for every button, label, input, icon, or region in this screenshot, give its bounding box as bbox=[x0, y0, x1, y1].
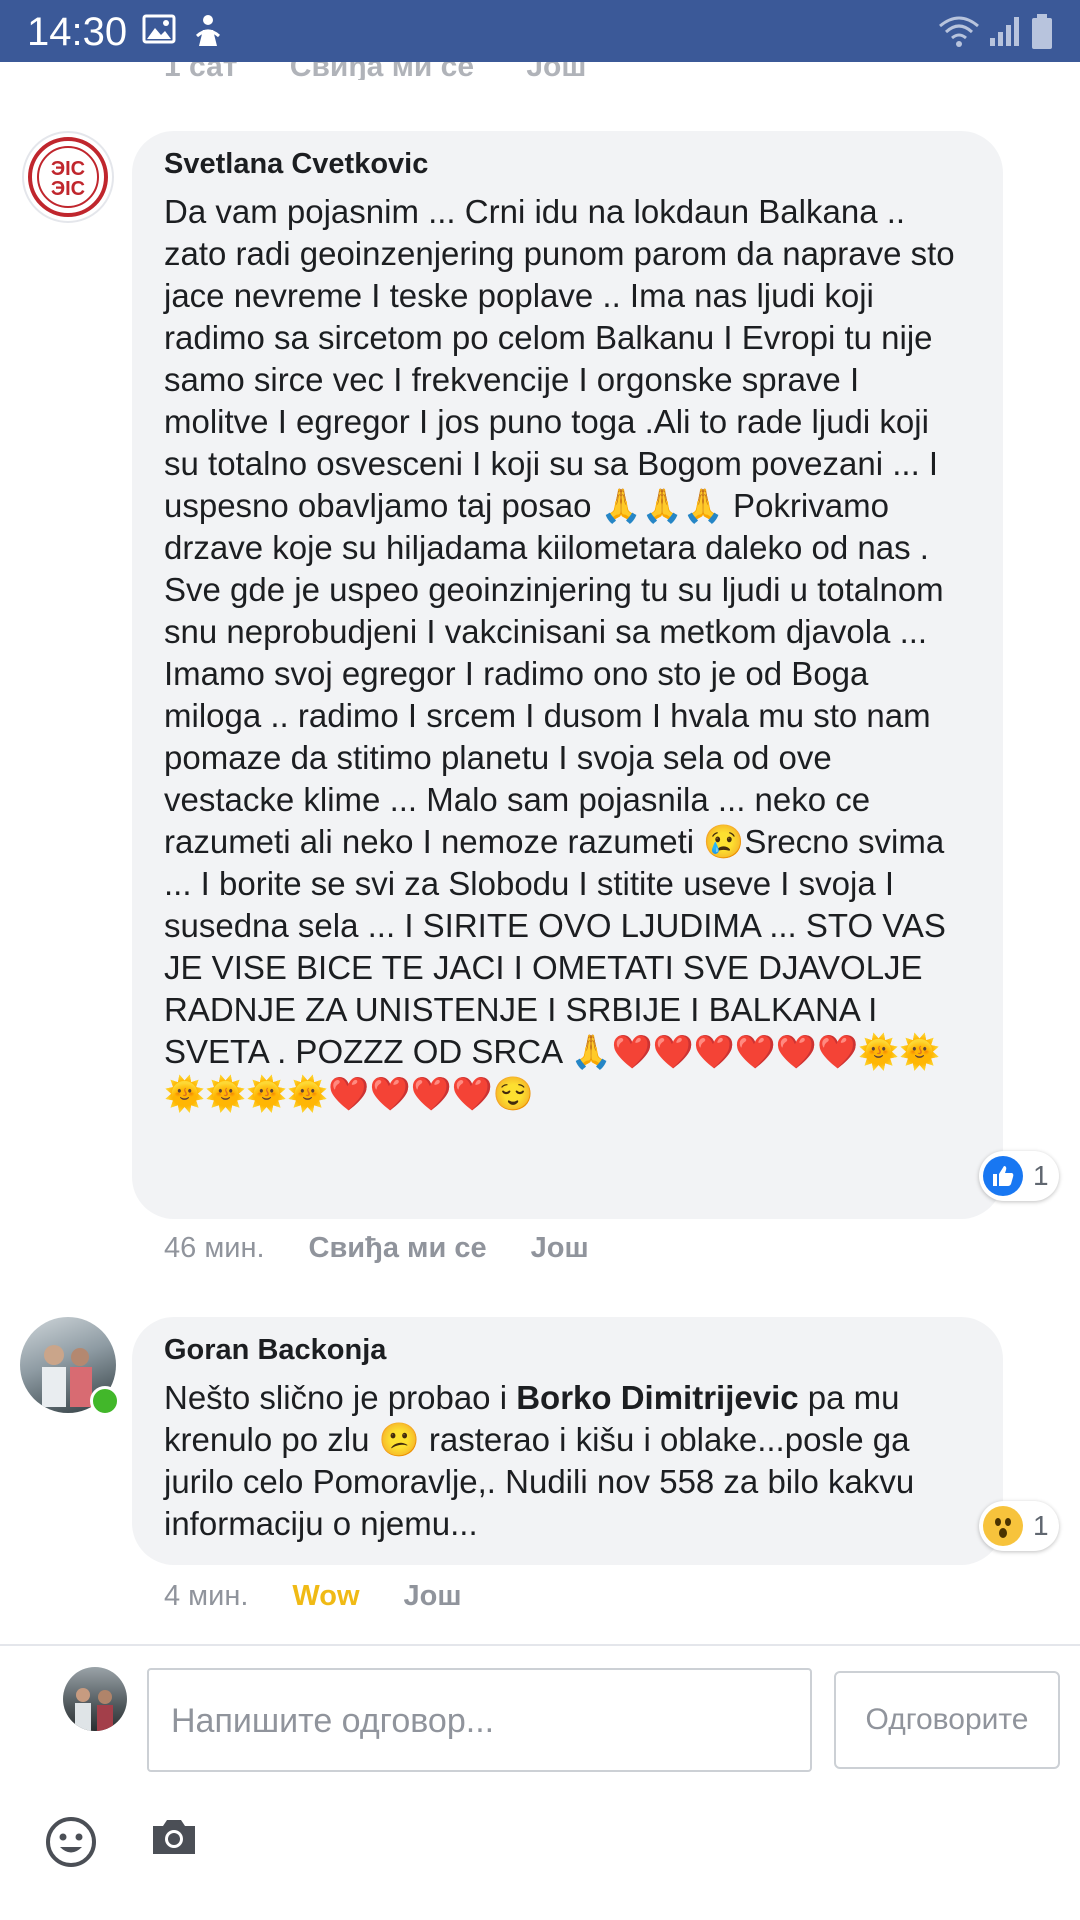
wow-reaction-icon bbox=[983, 1506, 1023, 1546]
comment-meta: 4 мин. Wow Још bbox=[164, 1580, 506, 1613]
more-link[interactable]: Још bbox=[531, 1232, 589, 1265]
more-link[interactable]: Још bbox=[404, 1580, 462, 1613]
status-bar: 14:30 bbox=[0, 0, 1080, 62]
reaction-count: 1 bbox=[1033, 1510, 1049, 1541]
comment-text-start: Nešto slično je probao i bbox=[164, 1379, 517, 1416]
image-icon bbox=[142, 14, 176, 44]
reaction-badge[interactable]: 1 bbox=[979, 1151, 1059, 1201]
wifi-icon bbox=[939, 16, 979, 47]
divider bbox=[0, 1644, 1080, 1646]
profile-photo-icon bbox=[75, 1688, 113, 1731]
battery-icon bbox=[1032, 14, 1052, 49]
profile-logo-icon: ЭIC ЭIC bbox=[28, 137, 108, 217]
camera-icon[interactable] bbox=[151, 1816, 197, 1856]
reply-input[interactable]: Напишите одговор... bbox=[147, 1668, 812, 1772]
comment-bubble: Svetlana Cvetkovic Da vam pojasnim ... C… bbox=[132, 131, 1003, 1219]
mention-link[interactable]: Borko Dimitrijevic bbox=[516, 1379, 798, 1416]
signal-icon bbox=[990, 17, 1019, 46]
reaction-count: 1 bbox=[1033, 1160, 1049, 1191]
emoji-icon[interactable] bbox=[45, 1816, 97, 1868]
reply-button[interactable]: Одговорите bbox=[834, 1671, 1060, 1769]
svg-text:ЭIC: ЭIC bbox=[51, 158, 85, 180]
svg-text:ЭIC: ЭIC bbox=[51, 178, 85, 200]
wow-link[interactable]: Wow bbox=[292, 1580, 359, 1613]
online-indicator bbox=[90, 1386, 120, 1416]
comment-text: Da vam pojasnim ... Crni idu na lokdaun … bbox=[164, 193, 964, 1112]
comment-time: 46 мин. bbox=[164, 1232, 265, 1264]
comment-author[interactable]: Goran Backonja bbox=[164, 1333, 971, 1367]
status-time: 14:30 bbox=[27, 10, 128, 54]
like-reaction-icon bbox=[983, 1156, 1023, 1196]
comment-author[interactable]: Svetlana Cvetkovic bbox=[164, 147, 971, 181]
comment-meta: 46 мин. Свиђа ми се Још bbox=[164, 1232, 633, 1265]
comment-text: Nešto slično je probao i Borko Dimitrije… bbox=[164, 1377, 971, 1545]
my-avatar bbox=[63, 1667, 127, 1731]
like-link[interactable]: Свиђа ми се bbox=[309, 1232, 487, 1265]
avatar[interactable]: ЭIC ЭIC bbox=[22, 131, 114, 223]
comment-time: 4 мин. bbox=[164, 1580, 249, 1612]
reaction-badge[interactable]: 1 bbox=[979, 1501, 1059, 1551]
accessibility-icon bbox=[195, 15, 221, 46]
comment-bubble: Goran Backonja Nešto slično je probao i … bbox=[132, 1317, 1003, 1565]
